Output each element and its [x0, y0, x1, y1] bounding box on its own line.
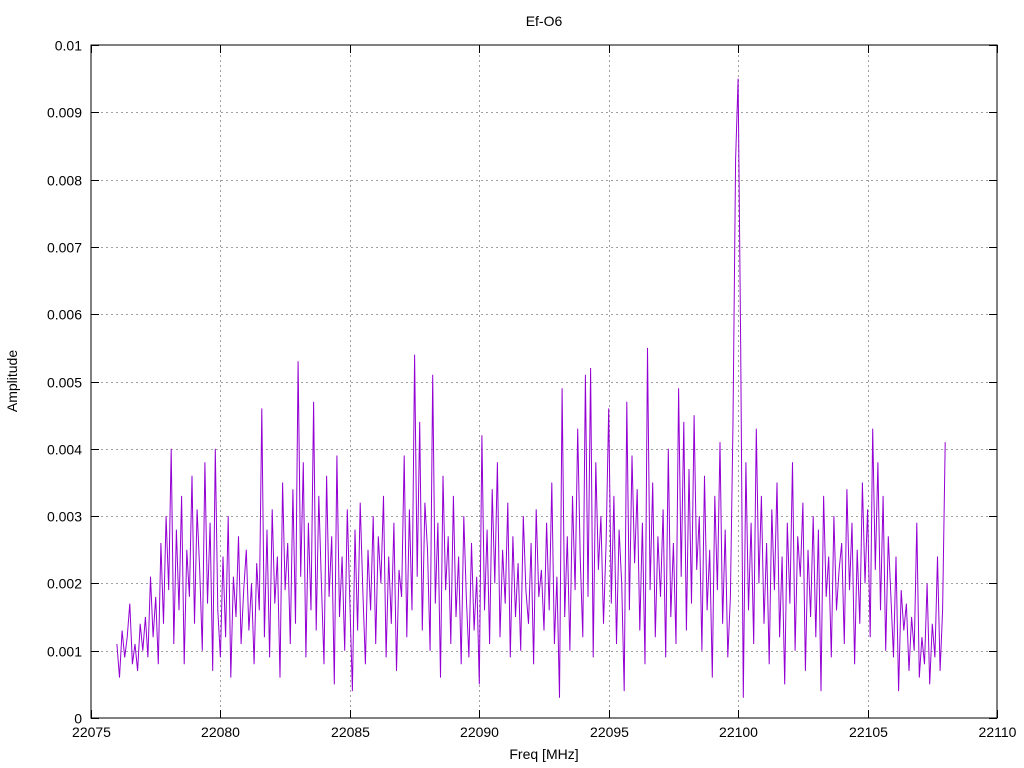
- y-tick-label: 0.004: [47, 442, 82, 458]
- y-tick-label: 0.008: [47, 173, 82, 189]
- y-tick-label: 0.005: [47, 375, 82, 391]
- y-tick-label: 0.007: [47, 240, 82, 256]
- y-tick-label: 0.002: [47, 576, 82, 592]
- x-tick-label: 22095: [590, 724, 629, 740]
- x-tick-label: 22090: [460, 724, 499, 740]
- y-axis-label: Amplitude: [4, 350, 20, 412]
- y-tick-label: 0.01: [55, 38, 82, 54]
- y-tick-label: 0: [74, 711, 82, 727]
- x-tick-label: 22110: [979, 724, 1017, 740]
- chart: 22075 22080 22085 22090 22095 22100 22105 22110…: [4, 13, 1017, 762]
- series-line-ef-o6: [116, 78, 946, 698]
- x-axis-label: Freq [MHz]: [509, 746, 578, 762]
- y-tick-label: 0.003: [47, 509, 82, 525]
- ticks: 22075 22080 22085 22090 22095 22100 22105 22110…: [47, 38, 1017, 741]
- x-tick-label: 22085: [331, 724, 370, 740]
- x-tick-label: 22080: [201, 724, 240, 740]
- y-tick-label: 0.009: [47, 105, 82, 121]
- x-tick-label: 22105: [849, 724, 888, 740]
- x-tick-label: 22100: [719, 724, 758, 740]
- y-tick-label: 0.001: [47, 644, 82, 660]
- y-tick-label: 0.006: [47, 307, 82, 323]
- chart-title: Ef-O6: [526, 13, 563, 29]
